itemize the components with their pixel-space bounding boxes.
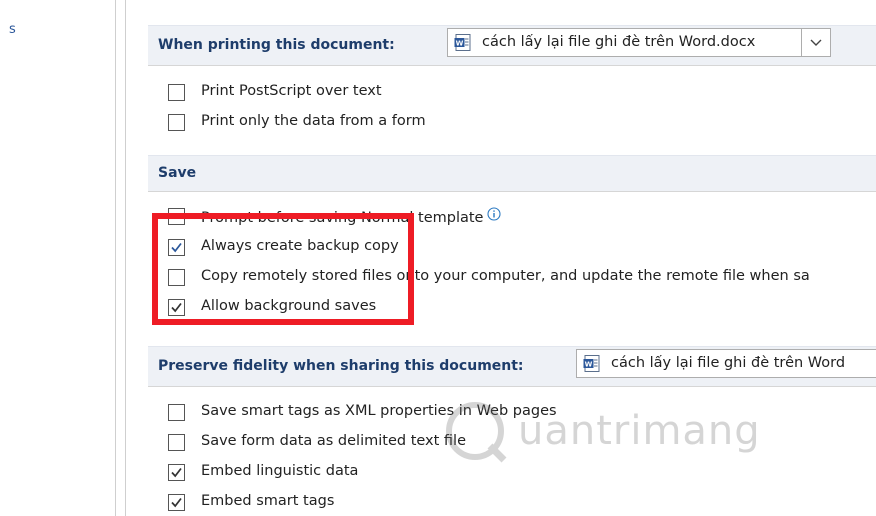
option-label: Allow background saves [201, 298, 377, 314]
fidelity-header-title: Preserve fidelity when sharing this docu… [158, 358, 524, 374]
option-label: Print only the data from a form [201, 113, 426, 129]
checkbox[interactable] [168, 114, 185, 131]
printing-document-select[interactable]: W cách lấy lại file ghi đè trên Word.doc… [447, 28, 831, 57]
option-label: Always create backup copy [201, 238, 399, 254]
option-label: Save smart tags as XML properties in Web… [201, 403, 557, 419]
checkbox-checked[interactable] [168, 464, 185, 481]
fidelity-document-value: cách lấy lại file ghi đè trên Word [611, 355, 846, 371]
printing-header-title: When printing this document: [158, 37, 395, 53]
word-document-icon: W [583, 355, 600, 372]
word-document-icon: W [454, 34, 471, 51]
option-label: Embed smart tags [201, 493, 335, 509]
fidelity-document-select[interactable]: W cách lấy lại file ghi đè trên Word [576, 349, 876, 378]
option-label: Print PostScript over text [201, 83, 382, 99]
checkmark-icon [171, 302, 182, 313]
printing-document-value: cách lấy lại file ghi đè trên Word.docx [482, 34, 756, 50]
printing-dropdown-button[interactable] [801, 29, 830, 56]
save-header-title: Save [158, 165, 197, 181]
checkbox-checked[interactable] [168, 494, 185, 511]
checkbox[interactable] [168, 269, 185, 286]
checkmark-icon [171, 467, 182, 478]
section-separator [148, 191, 876, 192]
checkbox[interactable] [168, 84, 185, 101]
pane-divider [115, 0, 116, 516]
section-separator [148, 386, 876, 387]
pane-divider [125, 0, 126, 516]
option-label: Copy remotely stored files onto your com… [201, 268, 810, 284]
checkmark-icon [171, 497, 182, 508]
checkbox[interactable] [168, 404, 185, 421]
checkbox-checked[interactable] [168, 239, 185, 256]
nav-item-label[interactable]: s [9, 22, 16, 37]
option-label: Save form data as delimited text file [201, 433, 467, 449]
options-nav-pane: s [0, 0, 115, 516]
svg-text:W: W [456, 40, 464, 48]
section-separator [148, 65, 876, 66]
checkbox[interactable] [168, 434, 185, 451]
option-label: Embed linguistic data [201, 463, 359, 479]
checkmark-icon [171, 242, 182, 253]
save-section-header: Save [148, 155, 876, 192]
chevron-down-icon [810, 39, 822, 46]
svg-text:W: W [585, 361, 593, 369]
option-label: Prompt before saving Normal template [201, 207, 502, 226]
checkbox[interactable] [168, 208, 185, 225]
info-icon[interactable] [487, 207, 502, 221]
checkbox-checked[interactable] [168, 299, 185, 316]
